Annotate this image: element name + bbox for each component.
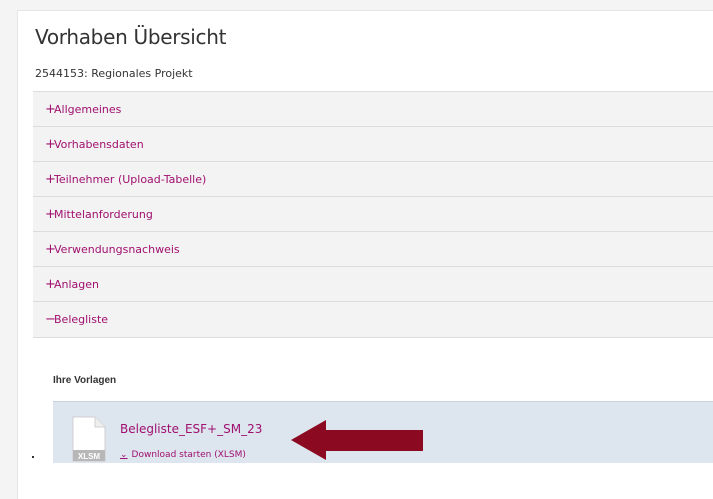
collapse-icon: − [45,312,56,327]
accordion-label: Anlagen [54,277,100,291]
accordion-label: Belegliste [54,313,109,326]
accordion-label: Teilnehmer (Upload-Tabelle) [54,172,207,186]
arrow-left-icon [291,420,423,460]
xlsm-file-icon: XLSM [72,416,106,462]
accordion-item-vorhabensdaten[interactable]: + Vorhabensdaten [33,126,713,161]
accordion-item-teilnehmer[interactable]: + Teilnehmer (Upload-Tabelle) [33,161,713,196]
accordion-item-allgemeines[interactable]: + Allgemeines [33,91,713,126]
file-type-badge: XLSM [78,452,101,461]
accordion-label: Verwendungsnachweis [54,242,180,256]
page-title: Vorhaben Übersicht [35,25,227,49]
project-subtitle: 2544153: Regionales Projekt [35,67,193,80]
accordion-label: Allgemeines [54,102,122,116]
accordion-item-anlagen[interactable]: + Anlagen [33,266,713,301]
expand-icon: + [45,241,56,257]
download-icon: ⌄ [120,449,128,460]
expand-icon: + [45,136,56,152]
download-button[interactable]: ⌄ Download starten (XLSM) [120,450,246,460]
expand-icon: + [45,101,56,117]
expand-icon: + [45,276,56,292]
template-file-link[interactable]: Belegliste_ESF+_SM_23 [120,422,262,436]
accordion-item-mittelanforderung[interactable]: + Mittelanforderung [33,196,713,231]
divider-dot [32,456,34,458]
download-label: Download starten (XLSM) [131,450,246,460]
belegliste-content: Ihre Vorlagen XLSM Belegliste_ESF+_SM_23… [33,338,713,488]
accordion-label: Mittelanforderung [54,207,153,221]
templates-heading: Ihre Vorlagen [53,375,117,386]
expand-icon: + [45,171,56,187]
accordion-label: Vorhabensdaten [54,137,144,151]
expand-icon: + [45,206,56,222]
accordion-item-belegliste[interactable]: − Belegliste [33,301,713,338]
accordion-item-verwendungsnachweis[interactable]: + Verwendungsnachweis [33,231,713,266]
